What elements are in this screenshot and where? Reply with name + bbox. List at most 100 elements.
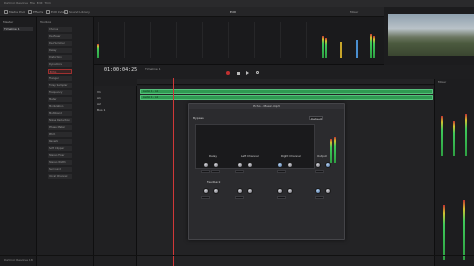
fx-item[interactable]: Foley Sampler xyxy=(48,83,72,88)
knob-output-dry[interactable] xyxy=(315,162,321,168)
track-label[interactable]: A2 xyxy=(97,102,101,106)
knob-right-delay[interactable] xyxy=(277,162,283,168)
loop-button[interactable] xyxy=(256,71,260,75)
plugin-title[interactable]: Echo - Music.mp3 xyxy=(189,104,344,109)
edit-index-icon xyxy=(46,10,50,14)
mixer-button[interactable]: Mixer xyxy=(350,9,358,15)
audio-clip[interactable]: Audio 1 - A1 xyxy=(140,95,433,100)
app-window: DaVinci Resolve File Edit Trim Media Poo… xyxy=(0,0,474,266)
timecode-display: 01:00:04:25 xyxy=(104,67,138,73)
section-output: Output xyxy=(317,154,327,158)
meter-column xyxy=(124,22,125,58)
output-meter xyxy=(334,137,336,163)
level-meter xyxy=(325,38,327,58)
audio-meters-strip xyxy=(94,17,384,65)
level-meter xyxy=(322,36,324,58)
fx-item[interactable]: Frequency Analyzer xyxy=(48,90,72,95)
fx-item[interactable]: Chorus xyxy=(48,27,72,32)
effects-icon xyxy=(28,10,32,14)
fx-item[interactable]: De-Hummer xyxy=(48,41,72,46)
meter-column xyxy=(176,22,177,58)
media-pool-item[interactable]: Timeline 1 xyxy=(3,27,33,31)
fx-item[interactable]: Dynamics xyxy=(48,62,72,67)
knob-right-hicut[interactable] xyxy=(277,188,283,194)
knob-output-extra[interactable] xyxy=(325,188,331,194)
fx-item[interactable]: Pitch xyxy=(48,132,72,137)
fx-item[interactable]: Meter xyxy=(48,97,72,102)
level-meter xyxy=(97,44,99,58)
knob-right-locut[interactable] xyxy=(287,162,293,168)
value-field[interactable] xyxy=(277,196,286,199)
fx-item[interactable]: Flanger xyxy=(48,76,72,81)
meter-column xyxy=(254,22,255,58)
page-title: Edit xyxy=(230,10,236,14)
knob-left-hicut[interactable] xyxy=(237,188,243,194)
fx-item[interactable]: Reverb xyxy=(48,139,72,144)
effects-button[interactable]: Effects xyxy=(28,9,43,15)
fx-item[interactable]: Multiband Compressor xyxy=(48,111,72,116)
value-field[interactable] xyxy=(235,196,244,199)
knob-feedback[interactable] xyxy=(203,188,209,194)
knob-output-level[interactable] xyxy=(315,188,321,194)
audio-clip[interactable]: Audio 1 - A1 xyxy=(140,89,433,94)
record-button[interactable] xyxy=(226,71,230,75)
fx-item[interactable]: Phase Meter xyxy=(48,125,72,130)
fx-item[interactable]: Surround Analyzer xyxy=(48,167,72,172)
section-left: Left Channel xyxy=(241,154,259,158)
knob-left-delay[interactable] xyxy=(237,162,243,168)
value-field[interactable] xyxy=(201,170,210,173)
fx-item[interactable]: Distortion xyxy=(48,55,72,60)
fx-item[interactable]: De-Esser xyxy=(48,34,72,39)
mixer-meter xyxy=(465,114,467,156)
value-field[interactable] xyxy=(315,196,324,199)
fx-item[interactable]: Vocal Channel xyxy=(48,174,72,179)
knob-delay-right[interactable] xyxy=(213,162,219,168)
meter-column xyxy=(228,22,229,58)
mixer-meter xyxy=(453,121,455,156)
track-label[interactable]: A1 xyxy=(97,96,101,100)
value-field[interactable] xyxy=(277,170,286,173)
fx-item[interactable]: Soft Clipper xyxy=(48,146,72,151)
timeline-ruler[interactable] xyxy=(137,79,437,85)
section-delay: Delay xyxy=(209,154,218,158)
meter-column xyxy=(150,22,151,58)
fx-item-selected[interactable]: Echo xyxy=(48,69,72,74)
knob-left-locut[interactable] xyxy=(247,162,253,168)
value-field[interactable] xyxy=(235,170,244,173)
knob-left-extra[interactable] xyxy=(247,188,253,194)
output-meter xyxy=(330,139,332,163)
media-pool-button[interactable]: Media Pool xyxy=(4,9,25,15)
meter-column xyxy=(202,22,203,58)
mixer-panel: Mixer xyxy=(434,79,474,266)
viewer-image[interactable] xyxy=(388,14,474,56)
fx-item[interactable]: Modulation xyxy=(48,104,72,109)
knob-feedback-2[interactable] xyxy=(213,188,219,194)
sound-library-button[interactable]: Sound Library xyxy=(64,9,90,15)
value-field[interactable] xyxy=(201,196,210,199)
meter-column xyxy=(306,22,307,58)
knob-output-wet[interactable] xyxy=(325,162,331,168)
track-label[interactable]: V1 xyxy=(97,90,101,94)
play-button[interactable] xyxy=(246,71,250,75)
knob-delay-left[interactable] xyxy=(203,162,209,168)
value-field[interactable] xyxy=(211,170,220,173)
playhead[interactable] xyxy=(173,78,174,266)
title-bar: DaVinci Resolve File Edit Trim xyxy=(0,0,474,7)
media-pool-header: Master xyxy=(3,20,14,24)
mixer-meter xyxy=(441,116,443,156)
bypass-toggle[interactable]: Bypass xyxy=(193,116,204,120)
timeline-name[interactable]: Timeline 1 xyxy=(145,67,161,71)
app-menu[interactable]: DaVinci Resolve File Edit Trim xyxy=(4,1,51,5)
track-headers: V1 A1 A2 Bus 1 xyxy=(94,86,137,266)
value-field[interactable] xyxy=(315,170,324,173)
fx-item[interactable]: Stereo Width xyxy=(48,160,72,165)
fx-item[interactable]: Stereo Fixer xyxy=(48,153,72,158)
stop-button[interactable] xyxy=(236,71,240,75)
preset-dropdown[interactable]: Default xyxy=(309,116,323,121)
bus-label[interactable]: Bus 1 xyxy=(97,108,105,112)
knob-right-extra[interactable] xyxy=(287,188,293,194)
fx-item[interactable]: Noise Reduction xyxy=(48,118,72,123)
fx-item[interactable]: Delay xyxy=(48,48,72,53)
page-nav-bar xyxy=(0,255,474,266)
fader-meter xyxy=(463,200,465,260)
